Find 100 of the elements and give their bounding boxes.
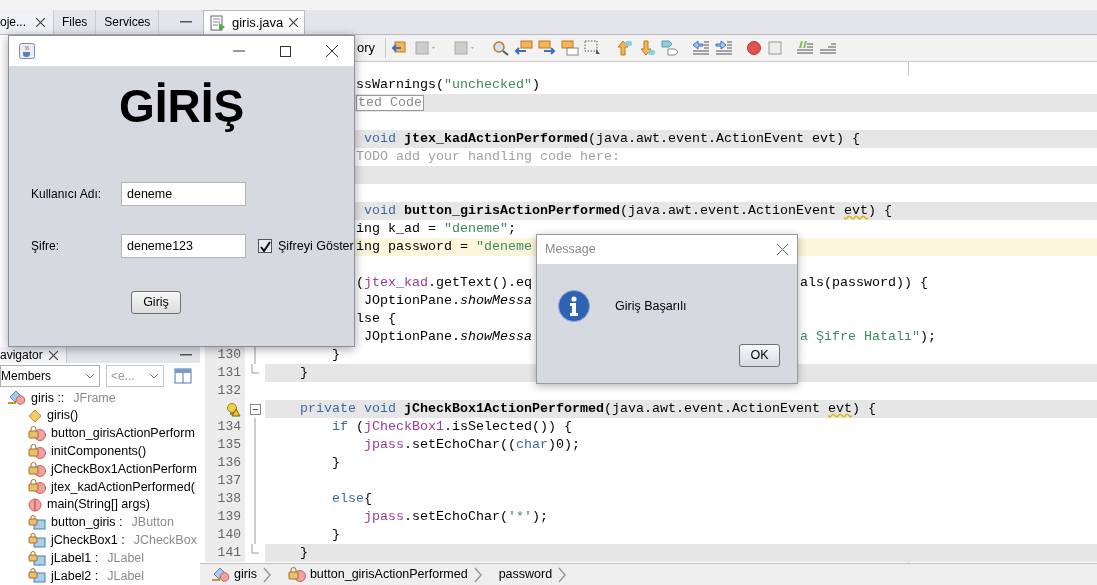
tree-item[interactable]: giris(): [0, 406, 200, 425]
comment-lines-icon[interactable]: [796, 40, 815, 56]
java-cup-icon: [19, 43, 35, 59]
line-number: 136: [217, 454, 241, 473]
ok-button[interactable]: OK: [739, 344, 780, 367]
folded-code-marker[interactable]: ted Code: [356, 95, 424, 111]
left-arrow-icon[interactable]: [515, 40, 534, 56]
lightbulb-warning-icon[interactable]: [226, 401, 241, 417]
code-line: }: [331, 526, 340, 544]
code-line: void button_girisActionPerformed(java.awt.event.ActionEvent evt) {: [363, 202, 892, 220]
right-arrow-icon[interactable]: [538, 40, 557, 56]
panel-tab[interactable]: Files: [54, 10, 97, 34]
lock-box-icon: [28, 568, 46, 584]
java-file-icon: [210, 14, 226, 31]
panel-tab[interactable]: oje...: [0, 10, 54, 34]
close-icon[interactable]: [326, 45, 338, 57]
code-line: ing k_ad = "deneme";: [356, 220, 516, 238]
outdent-icon[interactable]: [692, 40, 711, 56]
navigator-tab[interactable]: avigator: [0, 347, 67, 363]
code-line: jpass.setEchoChar((char)0);: [362, 436, 580, 454]
lock-box-icon: [28, 514, 46, 530]
line-number: 134: [217, 418, 241, 437]
username-field[interactable]: deneme: [121, 182, 246, 206]
fold-toggle[interactable]: [249, 403, 261, 415]
code-line: else{: [331, 490, 372, 508]
line-number: 130: [217, 346, 241, 365]
tag-shapes-icon[interactable]: [661, 40, 680, 56]
chevron-down-icon: [149, 373, 159, 379]
code-line: jpass.setEchoChar('*');: [362, 508, 548, 526]
history-tab[interactable]: ory: [357, 38, 387, 58]
tree-item[interactable]: jLabel2 : JLabel: [0, 566, 200, 585]
indent-icon[interactable]: [715, 40, 734, 56]
breadcrumb[interactable]: button_girisActionPerformed: [287, 565, 468, 584]
tree-item[interactable]: main(String[] args): [0, 495, 200, 514]
close-icon[interactable]: [48, 350, 58, 360]
code-line: lse {: [356, 310, 396, 328]
lines-icon[interactable]: [819, 40, 838, 56]
close-icon[interactable]: [777, 244, 788, 255]
close-icon[interactable]: [289, 18, 299, 27]
lock-circle-icon: [28, 426, 46, 441]
code-line: JOptionPane.showMessa: [363, 292, 532, 310]
lock-circle-icon: [28, 461, 46, 477]
dotted-selection-icon[interactable]: [584, 40, 603, 56]
login-button[interactable]: Giriş: [131, 291, 181, 314]
lock-box-icon: [28, 532, 46, 548]
line-number: 131: [217, 364, 241, 383]
code-line: }: [331, 454, 340, 472]
stacked-boxes-icon[interactable]: [561, 40, 580, 56]
lock-circle-icon: [287, 567, 306, 582]
lock-circle-icon: [28, 443, 46, 459]
code-line: TODO add your handling code here:: [356, 148, 620, 166]
code-line: (jtex_kad.getText().eq: [356, 274, 532, 292]
class-icon: [212, 567, 230, 582]
code-line: }: [299, 364, 308, 382]
editor-tab[interactable]: giris.java: [203, 10, 306, 34]
tree-item[interactable]: jtex_kadActionPerformed(: [0, 478, 200, 496]
checkbox-label: Şifreyi Göster: [278, 237, 354, 255]
breadcrumb[interactable]: password: [498, 565, 553, 584]
password-field[interactable]: deneme123: [121, 234, 246, 258]
close-icon[interactable]: [36, 17, 45, 27]
tree-item[interactable]: giris :: JFrame: [0, 389, 200, 407]
code-line: private void jCheckBox1ActionPerformed(java.awt.event.ActionEvent evt) {: [299, 400, 876, 418]
code-line: a Şifre Hatalı");: [800, 328, 936, 346]
checkbox[interactable]: [258, 239, 272, 253]
code-line: ssWarnings("unchecked"): [356, 76, 540, 94]
line-number: 138: [217, 490, 241, 509]
class-icon: [8, 390, 26, 406]
panel-layout-icon[interactable]: [174, 368, 192, 384]
magnifier-icon[interactable]: [492, 40, 511, 56]
tree-item[interactable]: initComponents(): [0, 442, 200, 461]
code-line: als(password)) {: [800, 274, 928, 292]
line-number: 135: [217, 436, 241, 455]
up-arrow-icon[interactable]: [615, 40, 634, 56]
code-line: }: [331, 346, 340, 364]
maximize-icon[interactable]: [280, 45, 291, 57]
code-line: ing password = "deneme: [356, 238, 532, 256]
minimize-icon[interactable]: [180, 20, 192, 24]
line-number: 140: [217, 526, 241, 545]
dialog-title: Message: [545, 241, 596, 259]
down-arrow-icon[interactable]: [638, 40, 657, 56]
chevron-right-icon: [262, 566, 272, 583]
tree-item[interactable]: jCheckBox1 : JCheckBox: [0, 531, 200, 550]
lock-circle-icon: [28, 479, 46, 495]
minimize-icon[interactable]: [180, 353, 192, 357]
code-line: void jtex_kadActionPerformed(java.awt.event.ActionEvent evt) {: [363, 130, 860, 148]
tree-item[interactable]: jCheckBox1ActionPerform: [0, 460, 200, 478]
password-label: Şifre:: [31, 238, 60, 255]
tree-item[interactable]: button_giris : JButton: [0, 513, 200, 532]
members-dropdown[interactable]: Members: [0, 365, 100, 387]
code-line: if (jCheckBox1.isSelected()) {: [331, 418, 572, 436]
chevron-right-icon: [473, 566, 483, 583]
record-icon[interactable]: [746, 40, 763, 56]
breadcrumb[interactable]: giris: [212, 565, 257, 584]
line-number: 132: [217, 382, 241, 401]
tree-item[interactable]: jLabel1 : JLabel: [0, 549, 200, 567]
chevron-down-icon: [85, 373, 95, 379]
dialog-message: Giriş Başarılı: [615, 297, 687, 315]
line-number: 139: [217, 508, 241, 527]
panel-tab[interactable]: Services: [96, 10, 160, 34]
tree-item[interactable]: button_girisActionPerform: [0, 424, 200, 443]
